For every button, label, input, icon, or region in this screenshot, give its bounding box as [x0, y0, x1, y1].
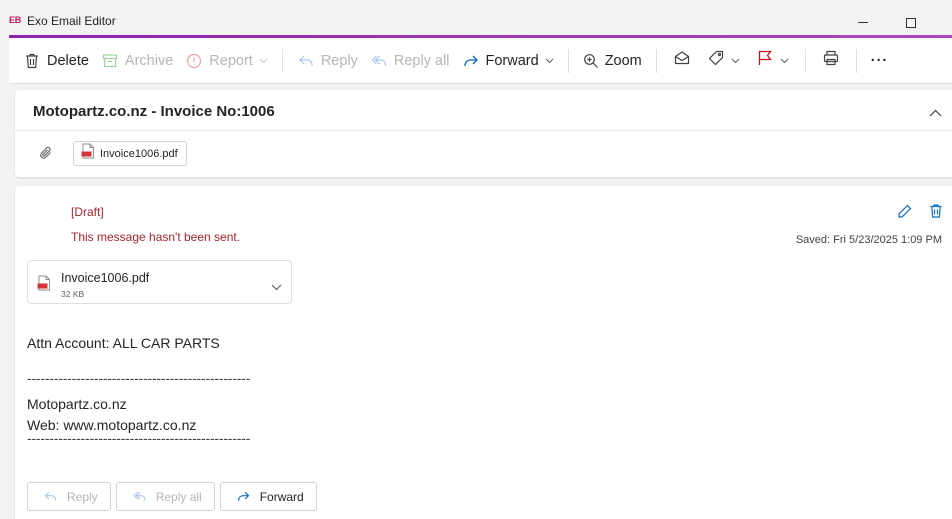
body-separator: ----------------------------------------… [27, 370, 251, 386]
reply-all-label: Reply all [393, 52, 450, 69]
email-subject: Motopartz.co.nz - Invoice No:1006 [33, 103, 275, 120]
delete-button[interactable]: Delete [17, 45, 95, 77]
maximize-icon [906, 17, 916, 28]
categorize-button[interactable] [699, 45, 748, 77]
report-button[interactable]: Report [179, 45, 274, 77]
toolbar-divider [567, 48, 569, 73]
window-title: Exo Email Editor [27, 14, 116, 28]
flag-icon [756, 49, 774, 72]
zoom-button[interactable]: Zoom [577, 45, 648, 77]
delete-label: Delete [47, 52, 89, 69]
attachment-card[interactable]: Invoice1006.pdf 32 KB [27, 260, 292, 304]
draft-warning: This message hasn't been sent. [71, 230, 241, 244]
bottom-forward-button[interactable]: Forward [219, 482, 317, 511]
archive-icon [101, 52, 119, 70]
discard-trash-icon[interactable] [928, 203, 944, 224]
flag-button[interactable] [748, 45, 797, 77]
toolbar-divider [804, 48, 806, 73]
subject-card: Motopartz.co.nz - Invoice No:1006 Invoic… [15, 90, 952, 177]
bottom-reply-all-button[interactable]: Reply all [115, 482, 215, 511]
toolbar-divider [281, 48, 283, 73]
forward-chevron-down-icon[interactable] [545, 58, 554, 64]
saved-timestamp: Saved: Fri 5/23/2025 1:09 PM [795, 234, 942, 246]
minimize-icon [858, 22, 868, 23]
forward-arrow-icon [236, 489, 251, 504]
minimize-button[interactable] [840, 9, 886, 36]
reply-all-icon [132, 489, 147, 504]
flag-chevron-down-icon [780, 58, 789, 64]
body-line: Motopartz.co.nz [27, 396, 127, 412]
zoom-label: Zoom [604, 52, 642, 69]
trash-icon [23, 52, 41, 70]
attachment-name: Invoice1006.pdf [61, 271, 150, 285]
toolbar: Delete Archive Report Reply Reply all Fo… [9, 38, 952, 84]
bottom-reply-button[interactable]: Reply [27, 482, 111, 511]
bottom-reply-label: Reply [67, 489, 98, 504]
mark-read-button[interactable] [665, 45, 699, 77]
bottom-actions: Reply Reply all Forward [27, 482, 317, 511]
forward-button[interactable]: Forward [456, 45, 560, 77]
attachment-chip-label: Invoice1006.pdf [100, 147, 178, 160]
zoom-icon [583, 53, 599, 69]
reply-icon [43, 489, 58, 504]
chevron-down-icon[interactable] [271, 278, 282, 296]
printer-icon [822, 49, 840, 72]
divider [15, 130, 952, 131]
toolbar-divider [655, 48, 657, 73]
archive-button[interactable]: Archive [95, 45, 179, 77]
pdf-icon [37, 275, 51, 296]
app-logo: EB [9, 15, 22, 25]
maximize-button[interactable] [888, 9, 934, 36]
edit-pencil-icon[interactable] [897, 203, 913, 224]
pdf-icon [81, 143, 95, 164]
reply-label: Reply [320, 52, 358, 69]
title-bar: EB Exo Email Editor [0, 0, 952, 36]
forward-arrow-icon [462, 52, 480, 70]
report-shield-icon [185, 52, 203, 70]
chevron-up-icon[interactable] [929, 104, 942, 122]
archive-label: Archive [124, 52, 174, 69]
body-line: Attn Account: ALL CAR PARTS [27, 335, 220, 351]
more-actions-button[interactable]: ··· [865, 45, 895, 77]
attachment-chip[interactable]: Invoice1006.pdf [73, 141, 187, 166]
print-button[interactable] [814, 45, 848, 77]
message-card: [Draft] This message hasn't been sent. S… [15, 186, 952, 519]
toolbar-divider [855, 48, 857, 73]
reply-icon [297, 52, 315, 70]
tag-icon [707, 49, 725, 72]
reply-all-button[interactable]: Reply all [364, 45, 456, 77]
reply-button[interactable]: Reply [291, 45, 364, 77]
bottom-reply-all-label: Reply all [155, 489, 202, 504]
categorize-chevron-down-icon [731, 58, 740, 64]
envelope-open-icon [673, 49, 691, 72]
attachment-size: 32 KB [61, 289, 85, 299]
report-chevron-down-icon[interactable] [259, 58, 268, 64]
forward-label: Forward [485, 52, 539, 69]
report-label: Report [209, 52, 253, 69]
body-separator: ----------------------------------------… [27, 430, 251, 446]
paperclip-icon [39, 146, 53, 165]
reply-all-icon [370, 52, 388, 70]
draft-tag: [Draft] [71, 205, 104, 219]
more-icon: ··· [870, 52, 889, 69]
bottom-forward-label: Forward [259, 489, 304, 504]
